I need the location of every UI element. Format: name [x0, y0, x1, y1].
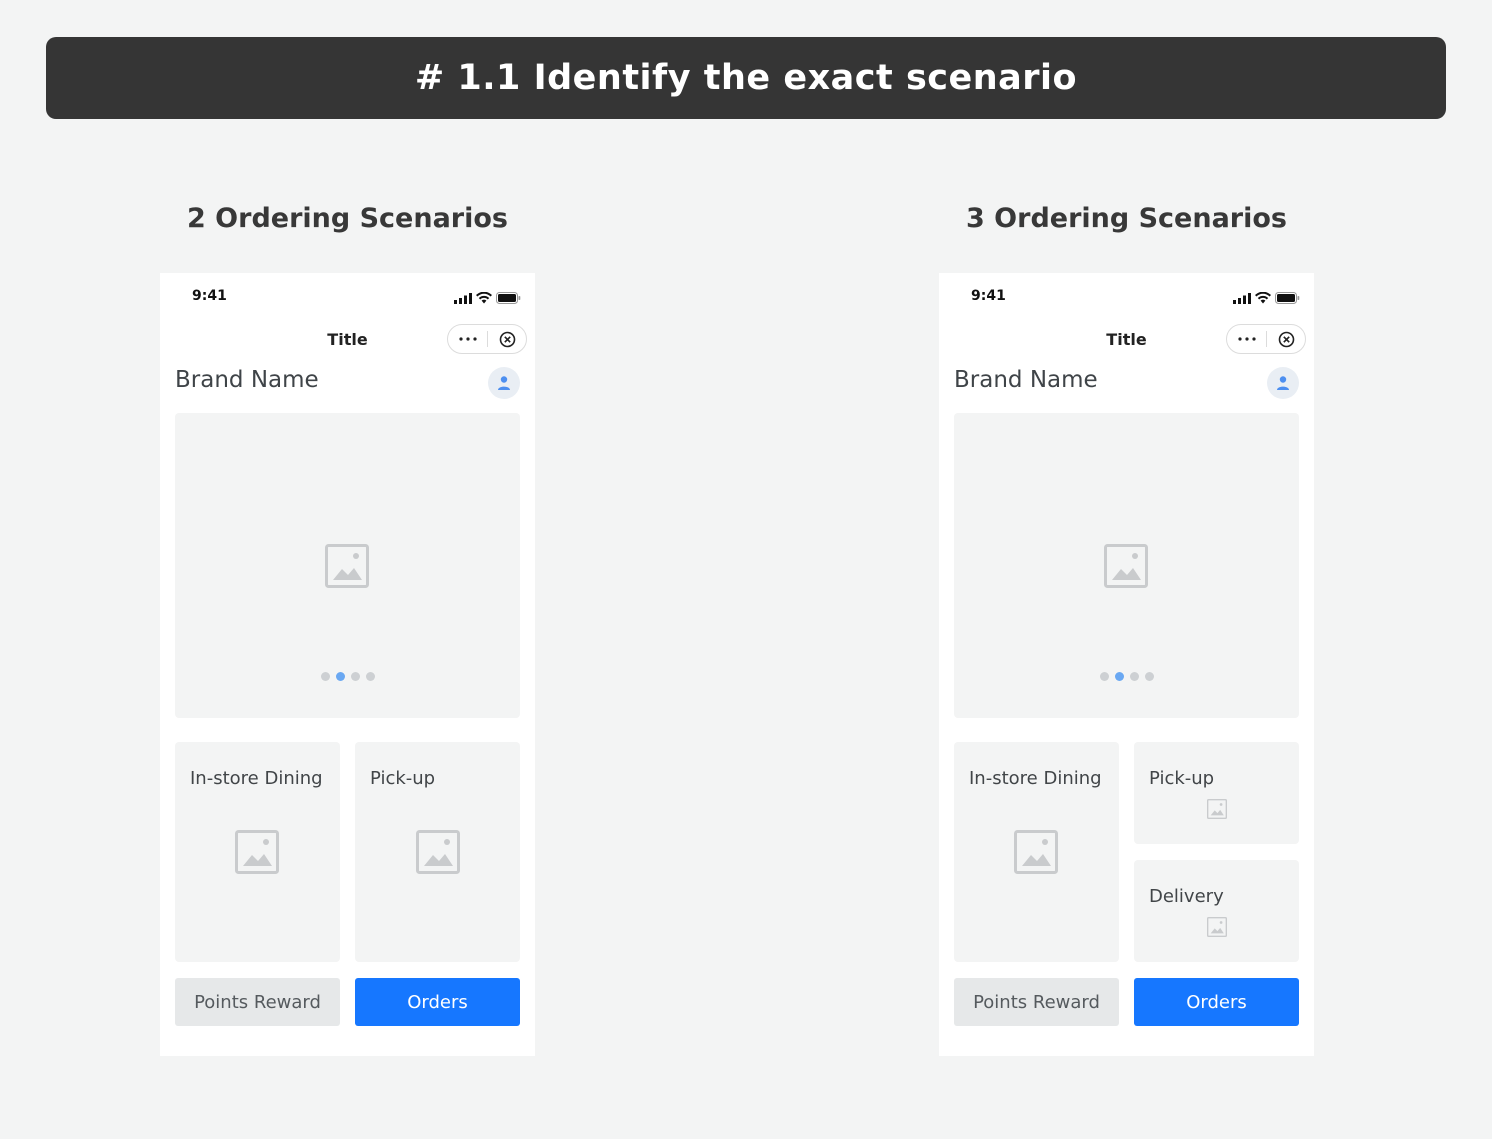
card-delivery[interactable]: Delivery [1134, 860, 1299, 962]
card-label: In-store Dining [190, 768, 323, 789]
carousel-dot[interactable] [1144, 672, 1154, 681]
orders-button[interactable]: Orders [355, 978, 520, 1026]
battery-icon [496, 289, 521, 308]
column-title-three: 3 Ordering Scenarios [965, 203, 1287, 234]
carousel-dot-active[interactable] [335, 672, 345, 681]
status-time: 9:41 [192, 288, 227, 304]
mini-program-capsule [1226, 324, 1306, 354]
carousel-dot[interactable] [365, 672, 375, 681]
carousel-dots [175, 672, 520, 681]
status-time: 9:41 [971, 288, 1006, 304]
image-placeholder-icon [1104, 544, 1148, 592]
more-icon[interactable] [448, 325, 487, 353]
image-placeholder-icon [416, 830, 460, 878]
column-title-two: 2 Ordering Scenarios [186, 203, 508, 234]
signal-icon [1233, 289, 1251, 308]
close-icon[interactable] [1267, 325, 1305, 353]
close-icon[interactable] [488, 325, 526, 353]
user-icon[interactable] [1267, 367, 1299, 399]
banner-carousel[interactable] [175, 413, 520, 718]
orders-button[interactable]: Orders [1134, 978, 1299, 1026]
carousel-dot[interactable] [1099, 672, 1109, 681]
battery-icon [1275, 289, 1300, 308]
mini-program-capsule [447, 324, 527, 354]
phone-mockup-three-scenarios: 9:41 Title Brand Name In-store Dining Pi… [939, 273, 1314, 1056]
image-placeholder-icon [1207, 799, 1227, 823]
card-pick-up[interactable]: Pick-up [355, 742, 520, 962]
signal-icon [454, 289, 472, 308]
card-label: Pick-up [370, 768, 436, 789]
carousel-dots [954, 672, 1299, 681]
image-placeholder-icon [325, 544, 369, 592]
carousel-dot[interactable] [320, 672, 330, 681]
status-icons [454, 289, 521, 308]
carousel-dot[interactable] [350, 672, 360, 681]
wifi-icon [1255, 289, 1271, 308]
phone-mockup-two-scenarios: 9:41 Title Brand Name In-store Dining Pi… [160, 273, 535, 1056]
card-pick-up[interactable]: Pick-up [1134, 742, 1299, 844]
points-reward-button[interactable]: Points Reward [954, 978, 1119, 1026]
card-in-store-dining[interactable]: In-store Dining [954, 742, 1119, 962]
card-in-store-dining[interactable]: In-store Dining [175, 742, 340, 962]
card-label: Delivery [1149, 886, 1224, 907]
brand-name: Brand Name [954, 367, 1098, 393]
more-icon[interactable] [1227, 325, 1266, 353]
carousel-dot-active[interactable] [1114, 672, 1124, 681]
brand-name: Brand Name [175, 367, 319, 393]
card-label: In-store Dining [969, 768, 1102, 789]
image-placeholder-icon [1207, 917, 1227, 941]
status-icons [1233, 289, 1300, 308]
image-placeholder-icon [235, 830, 279, 878]
carousel-dot[interactable] [1129, 672, 1139, 681]
points-reward-button[interactable]: Points Reward [175, 978, 340, 1026]
image-placeholder-icon [1014, 830, 1058, 878]
page-title: # 1.1 Identify the exact scenario [414, 58, 1078, 98]
user-icon[interactable] [488, 367, 520, 399]
banner-carousel[interactable] [954, 413, 1299, 718]
header-banner: # 1.1 Identify the exact scenario [46, 37, 1446, 119]
card-label: Pick-up [1149, 768, 1215, 789]
wifi-icon [476, 289, 492, 308]
